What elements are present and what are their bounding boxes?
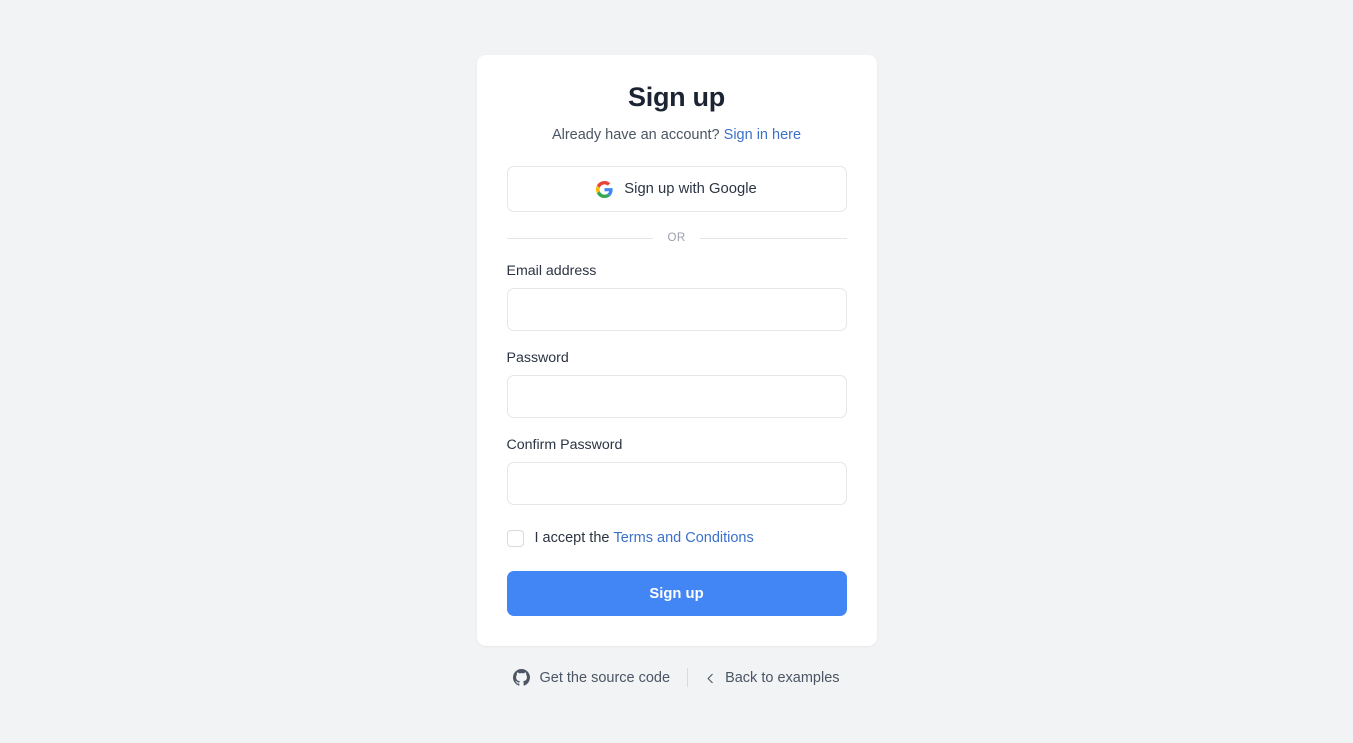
signup-card: Sign up Already have an account? Sign in… [476,55,877,647]
signup-page: Sign up Already have an account? Sign in… [476,55,877,688]
google-icon [596,180,613,198]
divider-rule-left [506,237,654,239]
sign-up-with-google-button[interactable]: Sign up with Google [506,166,847,213]
confirm-password-field-group: Confirm Password [506,437,847,506]
password-label: Password [506,350,569,367]
confirm-password-input[interactable] [506,462,847,506]
footer-separator [687,668,689,688]
get-source-code-label: Get the source code [539,669,671,686]
password-input[interactable] [506,375,847,419]
email-field-group: Email address [506,263,847,332]
signin-prompt-text: Already have an account? [551,127,720,144]
sign-in-here-link[interactable]: Sign in here [724,127,801,143]
divider-rule-right [699,237,847,239]
back-to-examples-link[interactable]: Back to examples [705,669,840,686]
divider-label: OR [667,232,686,245]
github-icon [513,669,531,686]
email-input[interactable] [506,288,847,332]
footer: Get the source code Back to examples [477,668,877,688]
email-label: Email address [506,263,597,280]
google-button-label: Sign up with Google [624,181,757,198]
page-title: Sign up [628,82,725,112]
confirm-password-label: Confirm Password [506,437,623,454]
terms-and-conditions-link[interactable]: Terms and Conditions [614,530,754,546]
password-field-group: Password [506,350,847,419]
accept-label: I accept the [534,530,610,547]
back-to-examples-label: Back to examples [725,669,840,686]
or-divider: OR [506,232,847,245]
terms-text: I accept the Terms and Conditions [535,529,754,548]
chevron-left-icon [705,672,716,684]
signin-prompt: Already have an account? Sign in here [507,126,847,145]
sign-up-submit-button[interactable]: Sign up [506,571,847,617]
terms-row: I accept the Terms and Conditions [506,529,847,548]
accept-terms-checkbox[interactable] [506,530,524,548]
get-source-code-link[interactable]: Get the source code [513,669,670,686]
